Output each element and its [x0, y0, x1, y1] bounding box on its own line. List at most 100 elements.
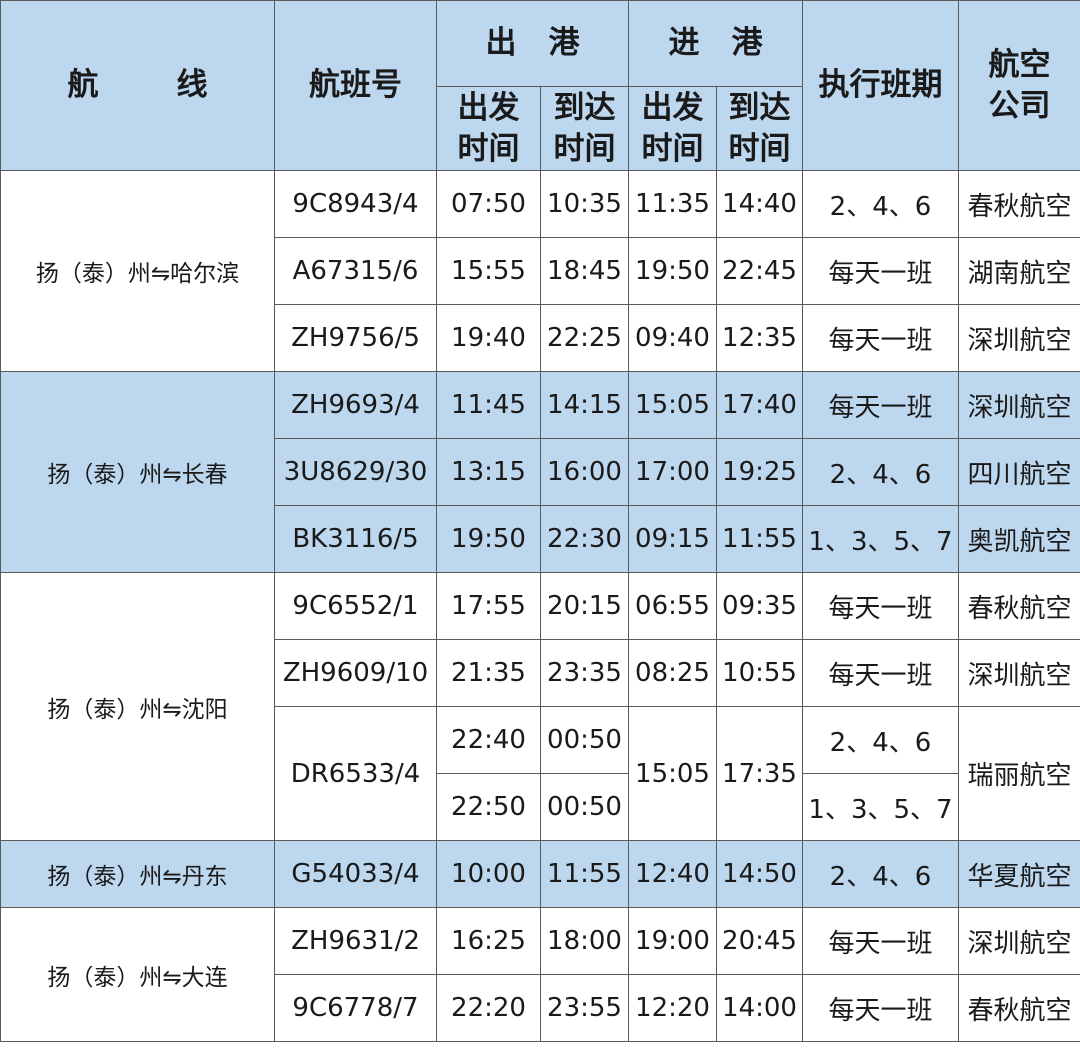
airline: 湖南航空 — [958, 237, 1080, 305]
inbound-depart-header: 出发 时间 — [628, 86, 717, 171]
inbound-arrive-time: 22:45 — [716, 237, 803, 305]
inbound-depart-time: 06:55 — [628, 572, 717, 640]
schedule: 每天一班 — [802, 907, 959, 975]
airline: 瑞丽航空 — [958, 706, 1080, 841]
flight-number: BK3116/5 — [274, 505, 437, 573]
flight-number: 9C8943/4 — [274, 170, 437, 238]
airline: 春秋航空 — [958, 974, 1080, 1042]
schedule: 每天一班 — [802, 639, 959, 707]
flight-schedule-table: 航线 航班号 出港 进港 执行班期 航空 公司 出发 时间 到达 时间 出发 时间 到达… — [0, 0, 1080, 1042]
outbound-arrive-time: 11:55 — [540, 840, 629, 908]
outbound-arrive-time: 10:35 — [540, 170, 629, 238]
flight-number: ZH9693/4 — [274, 371, 437, 439]
inbound-arrive-time: 09:35 — [716, 572, 803, 640]
outbound-depart-time: 10:00 — [436, 840, 541, 908]
outbound-depart-time: 13:15 — [436, 438, 541, 506]
table-row: 扬（泰）州⇋丹东 G54033/4 10:00 11:55 12:40 14:5… — [0, 840, 1080, 908]
schedule: 1、3、5、7 — [802, 773, 959, 841]
inbound-depart-time: 12:20 — [628, 974, 717, 1042]
outbound-arrive-time: 18:45 — [540, 237, 629, 305]
airline: 深圳航空 — [958, 304, 1080, 372]
inbound-depart-time: 12:40 — [628, 840, 717, 908]
route-name: 扬（泰）州⇋大连 — [0, 907, 275, 1042]
flight-number: ZH9756/5 — [274, 304, 437, 372]
outbound-depart-time: 22:20 — [436, 974, 541, 1042]
schedule: 每天一班 — [802, 572, 959, 640]
airline-header: 航空 公司 — [958, 0, 1080, 171]
outbound-depart-time: 22:50 — [436, 773, 541, 841]
outbound-arrive-time: 00:50 — [540, 706, 629, 774]
airline: 深圳航空 — [958, 639, 1080, 707]
inbound-depart-time: 19:00 — [628, 907, 717, 975]
route-name: 扬（泰）州⇋丹东 — [0, 840, 275, 908]
outbound-arrive-time: 23:35 — [540, 639, 629, 707]
table-row: 扬（泰）州⇋长春 ZH9693/4 11:45 14:15 15:05 17:4… — [0, 371, 1080, 573]
outbound-arrive-time: 00:50 — [540, 773, 629, 841]
inbound-depart-time: 09:15 — [628, 505, 717, 573]
airline: 深圳航空 — [958, 371, 1080, 439]
airline: 春秋航空 — [958, 572, 1080, 640]
flight-number: ZH9609/10 — [274, 639, 437, 707]
outbound-depart-time: 21:35 — [436, 639, 541, 707]
route-name: 扬（泰）州⇋哈尔滨 — [0, 170, 275, 372]
schedule: 每天一班 — [802, 237, 959, 305]
inbound-arrive-time: 17:35 — [716, 706, 803, 841]
outbound-arrive-time: 22:30 — [540, 505, 629, 573]
inbound-arrive-time: 12:35 — [716, 304, 803, 372]
outbound-depart-header: 出发 时间 — [436, 86, 541, 171]
table-row: 扬（泰）州⇋沈阳 9C6552/1 17:55 20:15 06:55 09:3… — [0, 572, 1080, 841]
inbound-arrive-time: 10:55 — [716, 639, 803, 707]
table-row: 扬（泰）州⇋大连 ZH9631/2 16:25 18:00 19:00 20:4… — [0, 907, 1080, 1042]
outbound-depart-time: 15:55 — [436, 237, 541, 305]
flight-number: A67315/6 — [274, 237, 437, 305]
inbound-depart-time: 19:50 — [628, 237, 717, 305]
airline: 奥凯航空 — [958, 505, 1080, 573]
inbound-arrive-header: 到达 时间 — [716, 86, 803, 171]
airline: 春秋航空 — [958, 170, 1080, 238]
outbound-depart-time: 07:50 — [436, 170, 541, 238]
inbound-arrive-time: 14:40 — [716, 170, 803, 238]
airline: 深圳航空 — [958, 907, 1080, 975]
schedule: 每天一班 — [802, 371, 959, 439]
outbound-depart-time: 11:45 — [436, 371, 541, 439]
airline: 华夏航空 — [958, 840, 1080, 908]
outbound-arrive-time: 16:00 — [540, 438, 629, 506]
inbound-depart-time: 15:05 — [628, 371, 717, 439]
inbound-arrive-time: 20:45 — [716, 907, 803, 975]
inbound-header: 进港 — [628, 0, 803, 87]
outbound-arrive-time: 20:15 — [540, 572, 629, 640]
outbound-depart-time: 17:55 — [436, 572, 541, 640]
outbound-arrive-header: 到达 时间 — [540, 86, 629, 171]
table-row: 扬（泰）州⇋哈尔滨 9C8943/4 07:50 10:35 11:35 14:… — [0, 170, 1080, 372]
inbound-depart-time: 17:00 — [628, 438, 717, 506]
inbound-arrive-time: 14:00 — [716, 974, 803, 1042]
flight-number: G54033/4 — [274, 840, 437, 908]
schedule: 2、4、6 — [802, 170, 959, 238]
schedule: 每天一班 — [802, 304, 959, 372]
flight-number: 3U8629/30 — [274, 438, 437, 506]
airline: 四川航空 — [958, 438, 1080, 506]
outbound-arrive-time: 14:15 — [540, 371, 629, 439]
inbound-depart-time: 08:25 — [628, 639, 717, 707]
inbound-arrive-time: 19:25 — [716, 438, 803, 506]
flight-no-header: 航班号 — [274, 0, 437, 171]
flight-number: DR6533/4 — [274, 706, 437, 841]
flight-number: 9C6552/1 — [274, 572, 437, 640]
flight-number: ZH9631/2 — [274, 907, 437, 975]
route-header: 航线 — [0, 0, 275, 171]
schedule: 每天一班 — [802, 974, 959, 1042]
inbound-arrive-time: 11:55 — [716, 505, 803, 573]
schedule: 2、4、6 — [802, 706, 959, 774]
inbound-depart-time: 11:35 — [628, 170, 717, 238]
schedule: 2、4、6 — [802, 840, 959, 908]
outbound-depart-time: 19:50 — [436, 505, 541, 573]
inbound-arrive-time: 17:40 — [716, 371, 803, 439]
schedule: 1、3、5、7 — [802, 505, 959, 573]
route-name: 扬（泰）州⇋长春 — [0, 371, 275, 573]
schedule-header: 执行班期 — [802, 0, 959, 171]
outbound-depart-time: 16:25 — [436, 907, 541, 975]
inbound-arrive-time: 14:50 — [716, 840, 803, 908]
outbound-depart-time: 19:40 — [436, 304, 541, 372]
outbound-arrive-time: 18:00 — [540, 907, 629, 975]
outbound-arrive-time: 23:55 — [540, 974, 629, 1042]
